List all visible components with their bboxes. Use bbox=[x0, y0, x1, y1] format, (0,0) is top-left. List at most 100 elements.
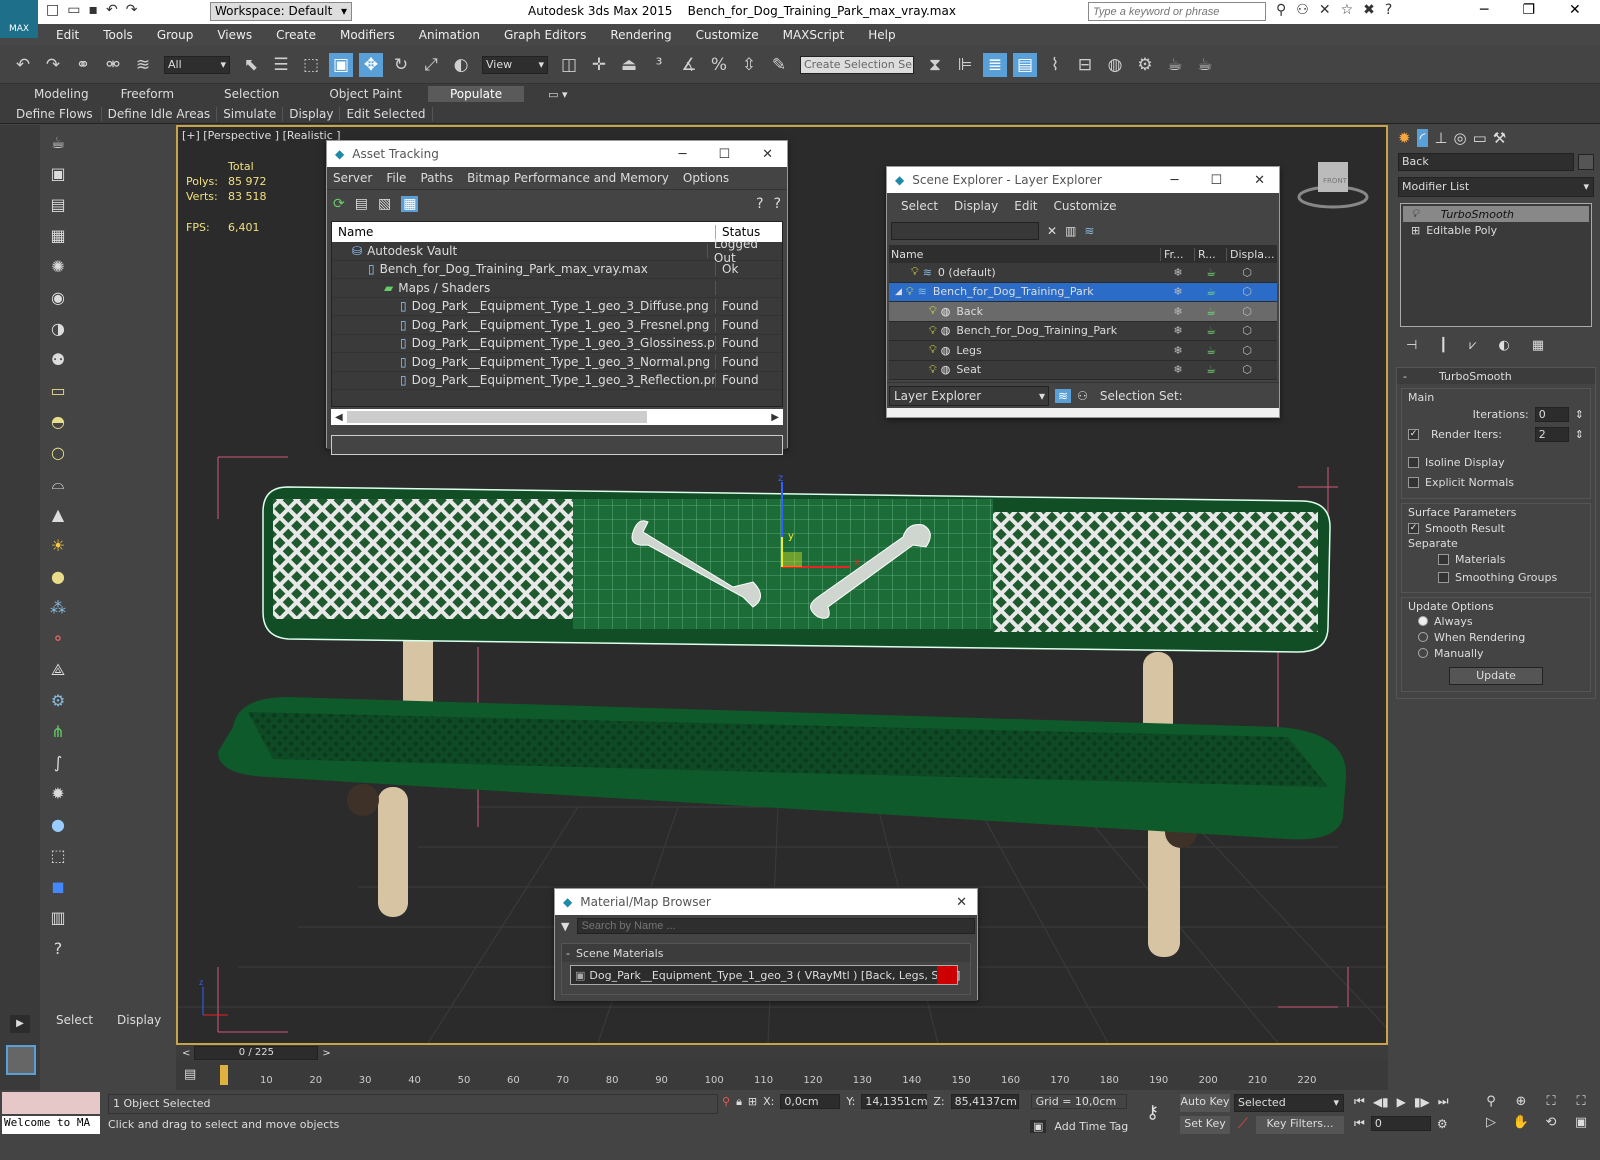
maximize-icon[interactable]: ☐ bbox=[1210, 173, 1222, 188]
selection-filter-dropdown[interactable]: All ▾ bbox=[164, 55, 230, 74]
light-bulb-icon[interactable]: 💡︎ bbox=[929, 304, 937, 318]
display-button[interactable]: Display bbox=[283, 106, 341, 121]
scroll-right-icon[interactable]: ▶ bbox=[767, 412, 783, 423]
asset-row[interactable]: ▯ Dog_Park__Equipment_Type_1_geo_3_Reflec… bbox=[332, 372, 782, 390]
teapot-icon[interactable]: ☕ bbox=[45, 130, 71, 156]
lock-icon[interactable]: 🔒︎ bbox=[736, 1095, 742, 1109]
menu-item[interactable]: Tools bbox=[103, 28, 133, 42]
show-end-result-icon[interactable]: ┃ bbox=[1439, 338, 1447, 353]
menu-item[interactable]: Create bbox=[276, 28, 316, 42]
maximize-icon[interactable]: ☐ bbox=[718, 147, 730, 162]
create-tab-icon[interactable]: ✹ bbox=[1398, 129, 1411, 147]
display-mode-icon[interactable]: ⬡ bbox=[1227, 344, 1267, 357]
graphite-toggle-icon[interactable]: ▤ bbox=[1013, 52, 1037, 77]
key-icon[interactable]: ⚷ bbox=[1146, 1102, 1159, 1123]
define-idle-areas-button[interactable]: Define Idle Areas bbox=[102, 106, 218, 121]
select-tab[interactable]: Select bbox=[56, 1013, 93, 1027]
view-cube[interactable]: FRONT bbox=[1297, 162, 1369, 209]
selection-set-dropdown[interactable]: Create Selection Se bbox=[800, 55, 914, 74]
render-element-icon[interactable]: ◼ bbox=[45, 874, 71, 900]
star-icon[interactable]: ☆ bbox=[1341, 2, 1354, 18]
play-icon[interactable]: ▶ bbox=[1397, 1095, 1406, 1109]
light-bulb-icon[interactable]: 💡︎ bbox=[911, 265, 919, 279]
help-icon[interactable]: ? bbox=[756, 196, 763, 212]
document-icon[interactable]: ▤ bbox=[45, 192, 71, 218]
select-object-icon[interactable]: ⬉ bbox=[239, 53, 263, 77]
minimize-icon[interactable]: ─ bbox=[1171, 173, 1179, 188]
menu-item[interactable]: Select bbox=[901, 199, 938, 213]
grass-icon[interactable]: ⋔ bbox=[45, 719, 71, 745]
blue-sphere-icon[interactable]: ● bbox=[45, 812, 71, 838]
smoothing-groups-checkbox[interactable] bbox=[1438, 571, 1449, 583]
zoom-extents-all-icon[interactable]: ⛶ bbox=[1566, 1094, 1596, 1109]
menu-item[interactable]: Rendering bbox=[610, 28, 671, 42]
spinner-arrows-icon[interactable]: ⇕ bbox=[1575, 428, 1584, 441]
renderable-icon[interactable]: ☕ bbox=[1195, 305, 1227, 318]
expand-icon[interactable]: ⊞ bbox=[1403, 224, 1426, 237]
move-icon[interactable]: ✥ bbox=[359, 52, 383, 77]
next-key-icon[interactable]: ▮▶ bbox=[1414, 1095, 1430, 1109]
menu-item[interactable]: Help bbox=[868, 28, 895, 42]
freeze-icon[interactable]: ❄ bbox=[1161, 266, 1195, 279]
renderable-icon[interactable]: ☕ bbox=[1195, 324, 1227, 337]
layer-manager-icon[interactable]: ≣ bbox=[983, 52, 1007, 77]
explicit-normals-checkbox[interactable] bbox=[1408, 476, 1419, 488]
layer-options-icon[interactable]: ≋ bbox=[1084, 224, 1094, 238]
materials-checkbox[interactable] bbox=[1438, 553, 1449, 565]
z-field[interactable]: 85,4137cm bbox=[950, 1094, 1019, 1109]
percent-snap-icon[interactable]: % bbox=[707, 53, 731, 77]
mirror-icon[interactable]: ⧗ bbox=[923, 53, 947, 77]
scale-icon[interactable]: ⤢ bbox=[419, 53, 443, 77]
edit-selected-button[interactable]: Edit Selected bbox=[340, 106, 433, 121]
ribbon-tab[interactable]: Selection bbox=[210, 87, 315, 101]
keyboard-shortcut-icon[interactable]: ⏏ bbox=[617, 53, 641, 77]
isolate-selection-icon[interactable]: ⚲ bbox=[722, 1095, 730, 1108]
save-icon[interactable]: ▪ bbox=[88, 2, 98, 18]
light-bulb-icon[interactable]: 💡︎ bbox=[906, 285, 914, 299]
freeze-icon[interactable]: ❄ bbox=[1161, 363, 1195, 376]
schematic-view-icon[interactable]: ⊟ bbox=[1073, 53, 1097, 77]
auto-key-button[interactable]: Auto Key bbox=[1180, 1094, 1230, 1112]
key-mode-toggle-icon[interactable]: ⏮ bbox=[1354, 1116, 1365, 1131]
clear-search-icon[interactable]: ✕ bbox=[1047, 224, 1057, 238]
scene-row[interactable]: 💡︎ ◍ Seat ❄ ☕ ⬡ bbox=[889, 360, 1277, 380]
angle-snap-icon[interactable]: ∡ bbox=[677, 53, 701, 77]
menu-item[interactable]: Customize bbox=[696, 28, 759, 42]
image-edit-icon[interactable]: ⬚ bbox=[45, 843, 71, 869]
asset-row[interactable]: ▯ Dog_Park__Equipment_Type_1_geo_3_Glossi… bbox=[332, 335, 782, 353]
menu-item[interactable]: MAXScript bbox=[783, 28, 845, 42]
minimize-icon[interactable]: ─ bbox=[1480, 2, 1488, 18]
cone-icon[interactable]: ▲ bbox=[45, 502, 71, 528]
about-icon[interactable]: ? bbox=[774, 196, 781, 212]
workspace-dropdown[interactable]: Workspace: Default ▾ bbox=[210, 2, 352, 21]
col-display[interactable]: Displa... bbox=[1227, 248, 1275, 261]
when-rendering-radio[interactable] bbox=[1418, 632, 1428, 642]
ribbon-options-icon[interactable]: ▭ ▾ bbox=[548, 88, 567, 101]
rectangle-selection-icon[interactable]: ⬚ bbox=[299, 53, 323, 77]
snap-3d-icon[interactable]: ³ bbox=[647, 53, 671, 77]
freeze-icon[interactable]: ❄ bbox=[1161, 285, 1195, 298]
maxscript-listener[interactable] bbox=[2, 1092, 100, 1114]
expand-layout-icon[interactable]: ▶ bbox=[10, 1015, 30, 1033]
key-filters-button[interactable]: Key Filters... bbox=[1256, 1116, 1344, 1134]
maximize-viewport-icon[interactable]: ▣ bbox=[1566, 1115, 1596, 1130]
menu-item[interactable]: Paths bbox=[420, 171, 453, 185]
isoline-checkbox[interactable] bbox=[1408, 456, 1419, 468]
smooth-result-checkbox[interactable]: ✓ bbox=[1408, 522, 1419, 534]
key-mode-dropdown[interactable]: Selected ▾ bbox=[1234, 1094, 1344, 1112]
curve-editor-icon[interactable]: ⌇ bbox=[1043, 53, 1067, 77]
current-frame-marker[interactable] bbox=[220, 1065, 228, 1085]
menu-item[interactable]: Edit bbox=[56, 28, 79, 42]
asset-path-field[interactable] bbox=[331, 435, 783, 455]
modify-tab-icon[interactable]: ◜ bbox=[1416, 129, 1429, 147]
zoom-icon[interactable]: ⚲ bbox=[1476, 1094, 1506, 1109]
pin-stack-icon[interactable]: ⊣ bbox=[1406, 338, 1417, 353]
scene-row[interactable]: 💡︎ ◍ Bench_for_Dog_Training_Park ❄ ☕ ⬡ bbox=[889, 321, 1277, 341]
reference-coordinate-dropdown[interactable]: View ▾ bbox=[482, 55, 548, 74]
field-of-view-icon[interactable]: ▷ bbox=[1476, 1115, 1506, 1130]
stack-item-turbosmooth[interactable]: 💡︎ TurboSmooth bbox=[1403, 206, 1589, 222]
explorer-type-dropdown[interactable]: Layer Explorer ▾ bbox=[889, 385, 1049, 406]
freeze-icon[interactable]: ❄ bbox=[1161, 324, 1195, 337]
set-key-icon[interactable]: ⟋ bbox=[1238, 1116, 1248, 1132]
refresh-icon[interactable]: ⟳ bbox=[333, 196, 345, 212]
